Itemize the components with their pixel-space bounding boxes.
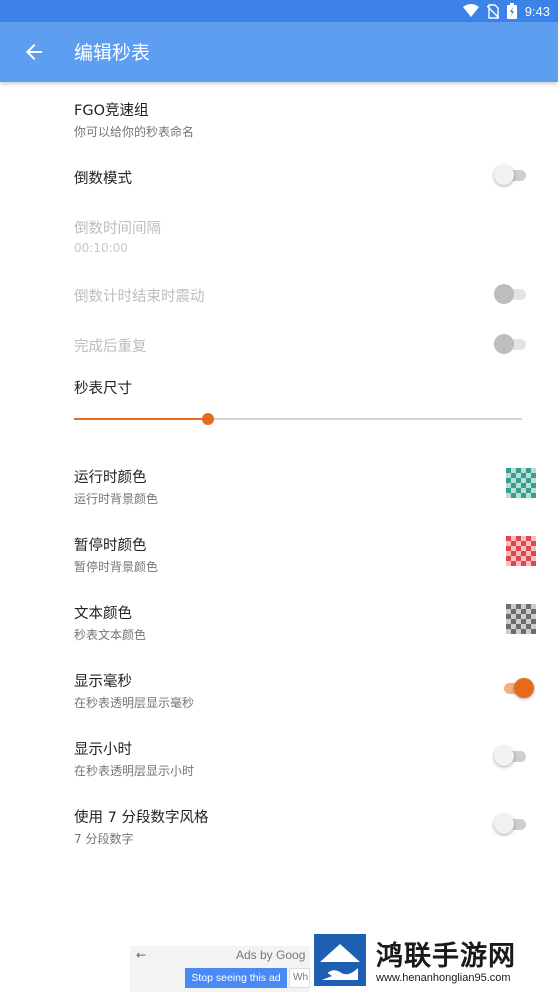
show-milliseconds-switch[interactable] xyxy=(500,678,534,698)
stopwatch-size-slider[interactable] xyxy=(74,408,522,430)
pref-text-color[interactable]: 文本颜色 秒表文本颜色 xyxy=(74,602,146,643)
text-color-swatch[interactable] xyxy=(506,604,536,634)
pref-summary: 运行时背景颜色 xyxy=(74,492,159,506)
pref-stopwatch-size: 秒表尺寸 xyxy=(74,377,132,398)
show-hours-switch[interactable] xyxy=(494,746,528,766)
repeat-after-done-switch[interactable] xyxy=(494,334,528,354)
pref-name[interactable]: FGO竞速组 你可以给你的秒表命名 xyxy=(74,99,194,140)
watermark-logo-icon xyxy=(314,934,366,986)
pref-countdown-mode[interactable]: 倒数模式 xyxy=(74,167,132,188)
pref-title: 秒表尺寸 xyxy=(74,381,132,397)
running-color-swatch[interactable] xyxy=(506,468,536,498)
ad-back-icon[interactable]: ← xyxy=(136,948,146,962)
pref-vibrate-on-end[interactable]: 倒数计时结束时震动 xyxy=(74,285,205,306)
pref-summary: 在秒表透明层显示小时 xyxy=(74,764,195,778)
arrow-back-icon[interactable] xyxy=(22,40,46,64)
pref-title: 倒数时间间隔 xyxy=(74,221,161,237)
pref-repeat-after-done[interactable]: 完成后重复 xyxy=(74,335,147,356)
vibrate-on-end-switch[interactable] xyxy=(494,284,528,304)
pref-title: 运行时颜色 xyxy=(74,470,147,486)
slider-fill xyxy=(74,418,209,420)
status-bar: 9:43 xyxy=(0,0,558,22)
watermark-name: 鸿联手游网 xyxy=(376,941,516,972)
seven-segment-switch[interactable] xyxy=(494,814,528,834)
pref-summary: 秒表文本颜色 xyxy=(74,628,147,642)
app-bar: 编辑秒表 xyxy=(0,22,558,82)
pref-title: 暂停时颜色 xyxy=(74,538,147,554)
status-time: 9:43 xyxy=(524,3,550,19)
wifi-icon xyxy=(462,4,479,17)
pref-summary: 暂停时背景颜色 xyxy=(74,560,159,574)
pref-seven-segment[interactable]: 使用 7 分段数字风格 7 分段数字 xyxy=(74,806,208,847)
pref-title: 倒数计时结束时震动 xyxy=(74,289,205,305)
battery-icon xyxy=(506,3,517,19)
pref-paused-color[interactable]: 暂停时颜色 暂停时背景颜色 xyxy=(74,534,158,575)
pref-title: 文本颜色 xyxy=(74,606,132,622)
ads-by-label: Ads by Goog xyxy=(236,948,306,962)
stop-seeing-ad-button[interactable]: Stop seeing this ad xyxy=(185,968,287,988)
pref-countdown-interval[interactable]: 倒数时间间隔 00:10:00 xyxy=(74,217,161,255)
page-title: 编辑秒表 xyxy=(74,42,151,64)
pref-title: 完成后重复 xyxy=(74,339,147,355)
pref-title: FGO竞速组 xyxy=(74,103,149,119)
pref-title: 倒数模式 xyxy=(74,171,132,187)
watermark: 鸿联手游网 www.henanhonglian95.com xyxy=(312,932,558,992)
pref-summary: 7 分段数字 xyxy=(74,832,134,846)
no-sim-icon xyxy=(486,3,499,19)
paused-color-swatch[interactable] xyxy=(506,536,536,566)
countdown-mode-switch[interactable] xyxy=(494,165,528,185)
ad-banner: ← Ads by Goog Stop seeing this ad Wh xyxy=(130,946,310,992)
pref-summary: 在秒表透明层显示毫秒 xyxy=(74,696,195,710)
slider-thumb[interactable] xyxy=(202,413,215,425)
pref-running-color[interactable]: 运行时颜色 运行时背景颜色 xyxy=(74,466,158,507)
why-this-ad-button[interactable]: Wh xyxy=(289,968,310,988)
pref-summary: 00:10:00 xyxy=(74,241,128,255)
pref-title: 显示小时 xyxy=(74,742,132,758)
pref-show-hours[interactable]: 显示小时 在秒表透明层显示小时 xyxy=(74,738,194,779)
pref-show-milliseconds[interactable]: 显示毫秒 在秒表透明层显示毫秒 xyxy=(74,670,194,711)
pref-title: 使用 7 分段数字风格 xyxy=(74,810,209,826)
watermark-url: www.henanhonglian95.com xyxy=(376,972,511,984)
pref-title: 显示毫秒 xyxy=(74,674,132,690)
pref-summary: 你可以给你的秒表命名 xyxy=(74,125,195,139)
